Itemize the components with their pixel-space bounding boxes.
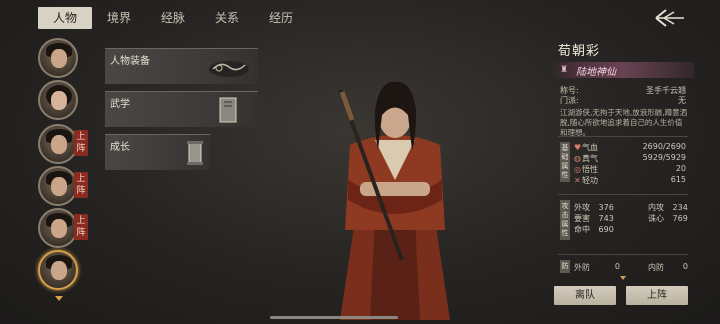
stat-name: 外攻 [574,203,590,212]
stat-name: 真气 [582,154,598,163]
stat-value: 615 [670,175,686,184]
equipment-card-label: 人物装备 [110,56,150,67]
scroll-more-arrow-icon[interactable] [620,276,626,280]
sect-row: 门派: 无 [560,95,686,106]
martial-arts-card[interactable]: 武学 [105,91,258,127]
stat-external-attack: 外攻 376 [574,202,614,213]
qi-icon: ◍ [574,154,581,163]
divider [558,194,688,195]
defense-attributes-tag: 防 [560,260,570,273]
portrait-face [51,261,67,280]
growth-card-label: 成长 [110,142,130,153]
stat-value: 0 [682,262,688,271]
stat-name: 命中 [574,225,590,234]
character-info-panel: 荀朝彩 ♜ 陆地神仙 称号: 圣手千云翘 门派: 无 江湖游侠,无拘于天地,放浪… [552,32,694,316]
stat-external-defense: 外防 0 [574,262,620,273]
scroll-down-arrow-icon[interactable] [55,296,63,301]
stat-name: 外防 [574,263,590,272]
stat-accuracy: 命中 690 [574,224,614,235]
stat-internal-attack: 内攻 234 [648,202,688,213]
stat-value: 234 [672,203,688,212]
rank-emblem-icon: ♜ [560,65,569,75]
stat-value: 690 [598,225,614,234]
growth-card[interactable]: 成长 [105,134,210,170]
portrait-face [51,49,67,68]
deploy-button[interactable]: 上阵 [626,286,688,305]
stat-name: 内防 [648,263,664,272]
scroll-book-icon [219,97,237,123]
stat-agility: ✕轻功 615 [574,175,686,186]
character-name: 荀朝彩 [558,44,601,59]
tab-history[interactable]: 经历 [254,7,308,29]
scroll-icon [187,141,203,165]
stat-insight: ◎悟性 20 [574,164,686,175]
realm-rank-banner: ♜ 陆地神仙 [552,62,694,78]
tab-meridians[interactable]: 经脉 [146,7,200,29]
stat-name: 气血 [582,143,598,152]
martial-arts-card-label: 武学 [110,99,130,110]
leave-party-button[interactable]: 离队 [554,286,616,305]
stat-name: 内攻 [648,203,664,212]
stat-vital: 要害 743 [574,213,614,224]
stat-name: 要害 [574,214,590,223]
portrait-face [51,177,67,196]
character-screen: 人物 境界 经脉 关系 经历 上阵 上阵 上阵 人物装备 武学 成长 荀朝彩 ♜… [0,0,720,324]
character-figure [338,81,450,320]
top-tab-bar: 人物 境界 经脉 关系 经历 [38,7,308,29]
deployed-badge: 上阵 [74,130,88,156]
deployed-badge: 上阵 [74,172,88,198]
tab-realm[interactable]: 境界 [92,7,146,29]
agility-icon: ✕ [574,176,581,185]
title-label: 称号: [560,86,579,95]
equipment-card[interactable]: 人物装备 [105,48,258,84]
realm-rank: 陆地神仙 [576,67,616,78]
insight-icon: ◎ [574,165,581,174]
portrait-member-1[interactable] [38,38,78,78]
stat-name: 悟性 [582,165,598,174]
tab-relations[interactable]: 关系 [200,7,254,29]
portrait-face [51,135,67,154]
portrait-face [51,91,67,110]
stat-value: 20 [675,164,686,173]
tab-character[interactable]: 人物 [38,7,92,29]
heart-icon: ♥ [574,143,582,152]
stat-qi: ◍真气 5929/5929 [574,153,686,164]
portrait-member-5[interactable] [38,208,78,248]
portrait-member-3[interactable] [38,124,78,164]
stat-internal-defense: 内防 0 [648,262,688,273]
stat-hp: ♥气血 2690/2690 [574,142,686,153]
stat-value: 376 [598,203,614,212]
stat-value: 743 [598,214,614,223]
stat-value: 769 [672,214,688,223]
back-arrow-icon[interactable] [652,6,686,30]
divider [558,136,688,137]
portrait-member-4[interactable] [38,166,78,206]
portrait-member-2[interactable] [38,80,78,120]
stat-name: 轻功 [582,176,598,185]
divider [558,254,688,255]
sect-label: 门派: [560,96,579,105]
deployed-badge: 上阵 [74,214,88,240]
stat-value: 2690/2690 [642,142,686,151]
stat-name: 诛心 [648,214,664,223]
stat-value: 0 [614,262,620,271]
portrait-face [51,219,67,238]
base-attributes-tag: 基础属性 [560,142,570,182]
sect-value: 无 [678,96,686,105]
character-description: 江湖游侠,无拘于天地,放浪形骸,蹲意洒脱,随心所欲地追求着自己的人生价值和理想。 [560,108,688,137]
stat-mind-strike: 诛心 769 [648,213,688,224]
attack-attributes-tag: 攻击属性 [560,200,570,240]
stat-value: 5929/5929 [642,153,686,162]
home-indicator [270,316,398,319]
portrait-member-6-selected[interactable] [38,250,78,290]
ink-brush-icon [209,61,249,77]
